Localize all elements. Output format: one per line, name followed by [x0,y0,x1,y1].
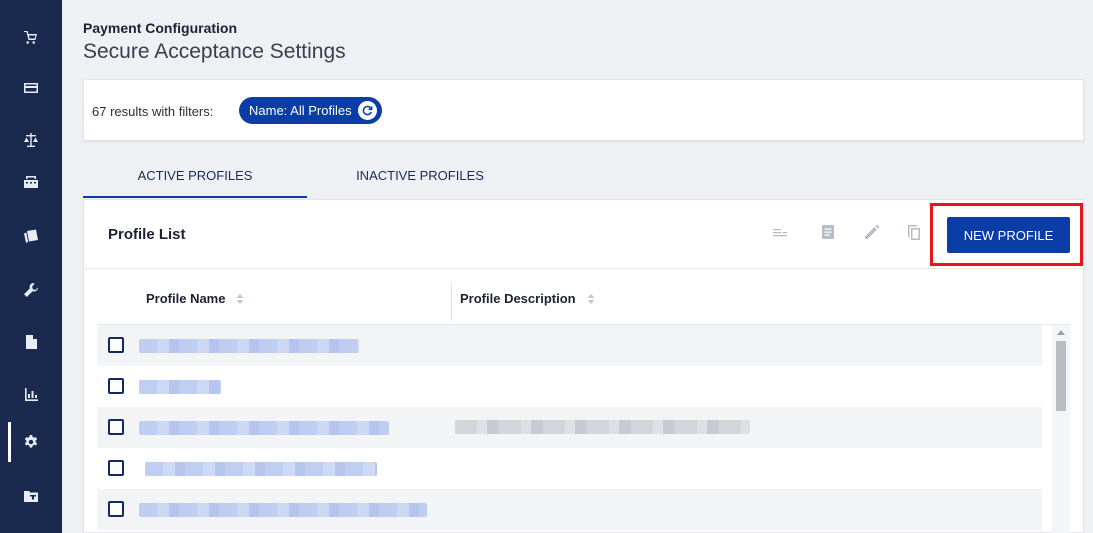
redacted-profile-name [139,339,359,353]
document-icon [26,335,37,349]
folder-icon [24,491,38,502]
reset-filter-button[interactable] [357,101,377,120]
column-header-label: Profile Description [460,291,576,306]
row-checkbox[interactable] [108,378,124,394]
redacted-profile-description [455,420,750,434]
column-divider [451,283,452,321]
copy-button[interactable] [904,222,924,242]
table-row[interactable] [97,325,1042,366]
row-checkbox[interactable] [108,460,124,476]
table-row[interactable] [97,407,1042,448]
filter-chip-name[interactable]: Name: All Profiles [239,97,382,124]
sidebar-item-cards[interactable] [0,62,62,114]
sidebar-item-documents[interactable] [0,316,62,368]
refresh-icon [362,105,372,116]
columns-button[interactable] [770,222,790,242]
tab-inactive-profiles[interactable]: INACTIVE PROFILES [307,156,533,198]
sidebar-item-files[interactable] [0,470,62,522]
redacted-profile-name [145,462,377,476]
column-header-profile-description[interactable]: Profile Description [460,291,596,306]
results-count: 67 results with filters: [92,104,214,119]
filter-bar: 67 results with filters: Name: All Profi… [83,79,1084,141]
page-kicker: Payment Configuration [83,20,238,36]
edit-button[interactable] [862,222,882,242]
sort-icon [587,293,595,304]
card-icon [24,83,38,93]
table-scrollbar[interactable] [1052,325,1070,533]
sidebar-item-register[interactable] [0,156,62,208]
column-header-profile-name[interactable]: Profile Name [146,291,245,306]
column-header-label: Profile Name [146,291,226,306]
sidebar-item-tools[interactable] [0,264,62,316]
table-row[interactable] [97,448,1042,489]
redacted-profile-name [139,380,221,394]
gear-icon [24,435,38,448]
payment-cards-icon [24,229,38,243]
list-lines-icon [773,229,787,237]
new-profile-button[interactable]: NEW PROFILE [947,217,1070,253]
sidebar [0,0,62,533]
row-checkbox[interactable] [108,419,124,435]
table-row[interactable] [97,366,1042,407]
panel-title: Profile List [108,226,186,243]
document-lines-icon [822,225,834,239]
pencil-icon [865,224,880,239]
details-button[interactable] [818,222,838,242]
redacted-profile-name [139,421,389,435]
tab-active-profiles[interactable]: ACTIVE PROFILES [83,156,307,198]
scroll-thumb[interactable] [1056,341,1066,411]
scales-icon [24,133,38,147]
sidebar-item-cart[interactable] [0,12,62,64]
profile-table [97,324,1071,533]
register-icon [24,176,38,188]
profile-list-panel: Profile List NEW PROFILE Profile Name Pr… [83,199,1085,533]
sidebar-item-settings[interactable] [0,416,62,468]
redacted-profile-name [139,503,427,517]
wrench-icon [24,283,38,297]
filter-chip-label: Name: All Profiles [249,103,352,118]
panel-header: Profile List NEW PROFILE [84,200,1085,269]
row-checkbox[interactable] [108,501,124,517]
copy-icon [908,225,920,240]
sidebar-item-payments[interactable] [0,210,62,262]
table-row[interactable] [97,489,1042,530]
page-title: Secure Acceptance Settings [83,40,346,63]
row-checkbox[interactable] [108,337,124,353]
sidebar-item-reports[interactable] [0,368,62,420]
bar-chart-icon [25,388,38,401]
cart-icon [24,31,37,44]
scroll-up-arrow[interactable] [1057,330,1065,335]
sort-icon [236,293,244,304]
